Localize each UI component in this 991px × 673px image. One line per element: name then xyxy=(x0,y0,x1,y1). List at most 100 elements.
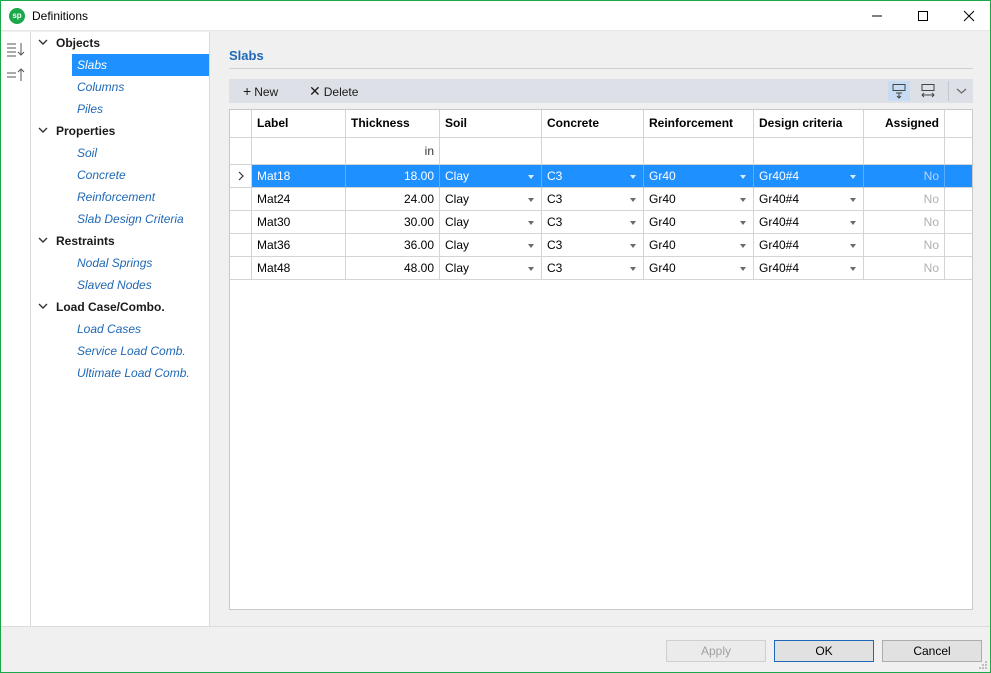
column-header-soil[interactable]: Soil xyxy=(440,110,542,138)
plus-icon: + xyxy=(243,83,252,99)
units-filler xyxy=(945,138,972,165)
tree-item-concrete[interactable]: Concrete xyxy=(72,164,209,186)
tree-category-objects[interactable]: Objects xyxy=(31,32,209,54)
delete-button[interactable]: ✕ Delete xyxy=(309,79,358,103)
tree-item-service-load-comb[interactable]: Service Load Comb. xyxy=(72,340,209,362)
close-button[interactable] xyxy=(946,1,991,31)
cell-assigned: No xyxy=(864,165,945,188)
units-reinforcement xyxy=(644,138,754,165)
cell-concrete-select[interactable]: C3 xyxy=(542,257,644,280)
apply-button[interactable]: Apply xyxy=(666,640,766,662)
insert-row-below-icon xyxy=(921,84,935,98)
cell-label[interactable]: Mat48 xyxy=(252,257,346,280)
row-pointer-icon[interactable] xyxy=(230,165,252,188)
row-header[interactable] xyxy=(230,234,252,257)
cell-soil-select[interactable]: Clay xyxy=(440,211,542,234)
toolbar-overflow-dropdown[interactable] xyxy=(950,79,973,103)
cell-design-criteria-select[interactable]: Gr40#4 xyxy=(754,188,864,211)
tree-item-ultimate-load-comb[interactable]: Ultimate Load Comb. xyxy=(72,362,209,384)
row-pointer-glyph xyxy=(238,171,244,181)
units-design-criteria xyxy=(754,138,864,165)
tree-item-nodal-springs[interactable]: Nodal Springs xyxy=(72,252,209,274)
cancel-button[interactable]: Cancel xyxy=(882,640,982,662)
new-button-label: New xyxy=(254,85,279,99)
maximize-button[interactable] xyxy=(900,1,946,31)
header-filler xyxy=(945,110,972,138)
tree-item-load-cases[interactable]: Load Cases xyxy=(72,318,209,340)
window-title: Definitions xyxy=(32,9,89,23)
expand-all-icon xyxy=(7,43,25,57)
tree-item-reinforcement[interactable]: Reinforcement xyxy=(72,186,209,208)
column-header-label[interactable]: Label xyxy=(252,110,346,138)
cell-assigned: No xyxy=(864,257,945,280)
cell-soil-select[interactable]: Clay xyxy=(440,234,542,257)
chevron-down-icon xyxy=(956,88,967,94)
row-filler xyxy=(945,211,972,234)
units-concrete xyxy=(542,138,644,165)
new-button[interactable]: + New xyxy=(243,79,278,103)
cell-thickness[interactable]: 24.00 xyxy=(346,188,440,211)
cell-reinforcement-select[interactable]: Gr40 xyxy=(644,165,754,188)
tree-category-properties[interactable]: Properties xyxy=(31,120,209,142)
definitions-tree: Objects Slabs Columns Piles Properties S… xyxy=(31,32,210,626)
title-divider xyxy=(229,68,973,69)
cell-thickness[interactable]: 30.00 xyxy=(346,211,440,234)
ok-button[interactable]: OK xyxy=(774,640,874,662)
cell-design-criteria-select[interactable]: Gr40#4 xyxy=(754,211,864,234)
column-header-concrete[interactable]: Concrete xyxy=(542,110,644,138)
title-bar: sp Definitions xyxy=(1,1,990,31)
tree-item-piles[interactable]: Piles xyxy=(72,98,209,120)
cell-concrete-select[interactable]: C3 xyxy=(542,188,644,211)
chevron-down-icon xyxy=(38,303,48,309)
cell-assigned: No xyxy=(864,211,945,234)
chevron-down-icon xyxy=(38,127,48,133)
tree-tools-strip xyxy=(1,32,31,626)
cell-label[interactable]: Mat30 xyxy=(252,211,346,234)
cell-reinforcement-select[interactable]: Gr40 xyxy=(644,257,754,280)
cell-design-criteria-select[interactable]: Gr40#4 xyxy=(754,165,864,188)
cell-design-criteria-select[interactable]: Gr40#4 xyxy=(754,257,864,280)
insert-row-above-icon xyxy=(892,84,906,99)
cell-reinforcement-select[interactable]: Gr40 xyxy=(644,211,754,234)
tree-item-slabs[interactable]: Slabs xyxy=(72,54,209,76)
column-header-design-criteria[interactable]: Design criteria xyxy=(754,110,864,138)
minimize-button[interactable] xyxy=(854,1,900,31)
row-header[interactable] xyxy=(230,211,252,234)
tree-category-load-case-combo[interactable]: Load Case/Combo. xyxy=(31,296,209,318)
column-header-thickness[interactable]: Thickness xyxy=(346,110,440,138)
collapse-all-icon xyxy=(7,68,25,81)
cell-label[interactable]: Mat24 xyxy=(252,188,346,211)
cell-concrete-select[interactable]: C3 xyxy=(542,211,644,234)
insert-row-below-button[interactable] xyxy=(917,81,939,101)
cell-thickness[interactable]: 36.00 xyxy=(346,234,440,257)
cell-thickness[interactable]: 48.00 xyxy=(346,257,440,280)
units-label xyxy=(252,138,346,165)
cell-soil-select[interactable]: Clay xyxy=(440,257,542,280)
cell-label[interactable]: Mat18 xyxy=(252,165,346,188)
tree-item-columns[interactable]: Columns xyxy=(72,76,209,98)
collapse-all-button[interactable] xyxy=(6,66,26,84)
expand-all-button[interactable] xyxy=(6,40,26,58)
cell-design-criteria-select[interactable]: Gr40#4 xyxy=(754,234,864,257)
cell-concrete-select[interactable]: C3 xyxy=(542,234,644,257)
cell-soil-select[interactable]: Clay xyxy=(440,165,542,188)
column-header-reinforcement[interactable]: Reinforcement xyxy=(644,110,754,138)
row-filler xyxy=(945,188,972,211)
resize-grip-icon[interactable] xyxy=(978,660,988,670)
tree-item-soil[interactable]: Soil xyxy=(72,142,209,164)
cell-label[interactable]: Mat36 xyxy=(252,234,346,257)
tree-item-slab-design-criteria[interactable]: Slab Design Criteria xyxy=(72,208,209,230)
cell-reinforcement-select[interactable]: Gr40 xyxy=(644,188,754,211)
tree-item-slaved-nodes[interactable]: Slaved Nodes xyxy=(72,274,209,296)
insert-row-above-button[interactable] xyxy=(888,81,910,101)
cell-soil-select[interactable]: Clay xyxy=(440,188,542,211)
cell-concrete-select[interactable]: C3 xyxy=(542,165,644,188)
column-header-assigned[interactable]: Assigned xyxy=(864,110,945,138)
cell-thickness[interactable]: 18.00 xyxy=(346,165,440,188)
tree-category-restraints[interactable]: Restraints xyxy=(31,230,209,252)
row-header[interactable] xyxy=(230,257,252,280)
row-header[interactable] xyxy=(230,188,252,211)
slabs-grid: Label Thickness Soil Concrete Reinforcem… xyxy=(229,109,973,610)
cell-reinforcement-select[interactable]: Gr40 xyxy=(644,234,754,257)
x-icon: ✕ xyxy=(309,83,321,99)
